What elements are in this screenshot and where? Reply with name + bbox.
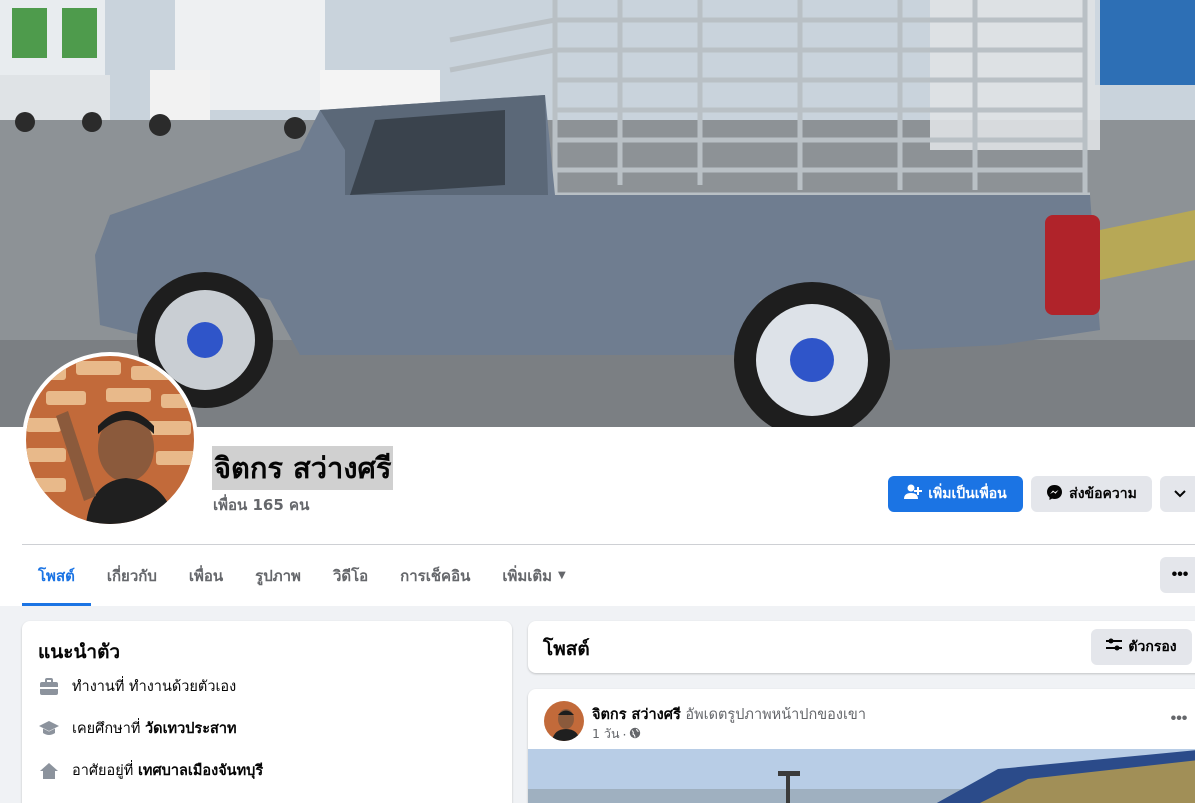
profile-avatar[interactable] [22, 352, 198, 528]
tab-more[interactable]: เพิ่มเติม ▼ [486, 545, 581, 606]
tab-videos[interactable]: วิดีโอ [317, 545, 384, 606]
add-friend-label: เพิ่มเป็นเพื่อน [928, 486, 1007, 502]
intro-home-value[interactable]: เทศบาลเมืองจันทบุรี [138, 763, 263, 779]
messenger-icon [1046, 484, 1063, 505]
graduation-cap-icon [38, 718, 60, 740]
message-label: ส่งข้อความ [1069, 486, 1137, 502]
post-timestamp[interactable]: 1 วัน [592, 724, 620, 744]
posts-header-card: โพสต์ ตัวกรอง [528, 621, 1195, 673]
home-icon [38, 760, 60, 782]
more-dots-icon: ••• [1170, 710, 1188, 727]
add-person-icon [904, 484, 923, 504]
intro-education: เคยศึกษาที่ วัดเทวประสาท [38, 717, 237, 740]
intro-title: แนะนำตัว [38, 641, 121, 663]
globe-icon [629, 727, 641, 742]
cover-photo[interactable] [0, 0, 1195, 427]
separator-dot: · [622, 726, 627, 742]
intro-work: ทำงานที่ ทำงานด้วยตัวเอง [38, 675, 236, 698]
tab-posts[interactable]: โพสต์ [22, 545, 91, 606]
chevron-down-icon [1174, 486, 1186, 502]
tab-about[interactable]: เกี่ยวกับ [91, 545, 173, 606]
post-header-text: จิตกร สว่างศรี อัพเดตรูปภาพหน้าปกของเขา [592, 703, 866, 726]
intro-education-value[interactable]: วัดเทวประสาท [145, 721, 237, 737]
filter-sliders-icon [1106, 638, 1123, 656]
post-activity: อัพเดตรูปภาพหน้าปกของเขา [685, 707, 866, 723]
intro-card: แนะนำตัว ทำงานที่ ทำงานด้วยตัวเอง เคยศึก… [22, 621, 512, 803]
more-dots-icon: ••• [1171, 566, 1189, 583]
friend-count[interactable]: เพื่อน 165 คน [213, 493, 309, 517]
posts-title: โพสต์ [543, 638, 590, 660]
tab-friends[interactable]: เพื่อน [173, 545, 239, 606]
tabs-overflow-button[interactable]: ••• [1160, 557, 1195, 593]
caret-down-icon: ▼ [558, 570, 566, 581]
profile-options-button[interactable] [1160, 476, 1195, 512]
post-meta: 1 วัน · [592, 724, 641, 744]
post-card: จิตกร สว่างศรี อัพเดตรูปภาพหน้าปกของเขา … [528, 689, 1195, 803]
profile-header: จิตกร สว่างศรี เพื่อน 165 คน เพิ่มเป็นเพ… [0, 0, 1195, 606]
post-options-button[interactable]: ••• [1164, 707, 1194, 731]
post-author-name[interactable]: จิตกร สว่างศรี [592, 707, 681, 723]
intro-work-value[interactable]: ทำงานด้วยตัวเอง [129, 679, 236, 695]
filter-button[interactable]: ตัวกรอง [1091, 629, 1192, 665]
profile-name: จิตกร สว่างศรี [212, 446, 394, 490]
message-button[interactable]: ส่งข้อความ [1031, 476, 1152, 512]
tab-check-ins[interactable]: การเช็คอิน [384, 545, 486, 606]
intro-home: อาศัยอยู่ที่ เทศบาลเมืองจันทบุรี [38, 759, 263, 782]
tab-photos[interactable]: รูปภาพ [239, 545, 317, 606]
profile-tabs: โพสต์ เกี่ยวกับ เพื่อน รูปภาพ วิดีโอ การ… [22, 545, 582, 606]
briefcase-icon [38, 676, 60, 698]
post-author-avatar[interactable] [544, 701, 584, 741]
post-image[interactable] [528, 749, 1195, 803]
filter-label: ตัวกรอง [1128, 639, 1177, 655]
add-friend-button[interactable]: เพิ่มเป็นเพื่อน [888, 476, 1023, 512]
